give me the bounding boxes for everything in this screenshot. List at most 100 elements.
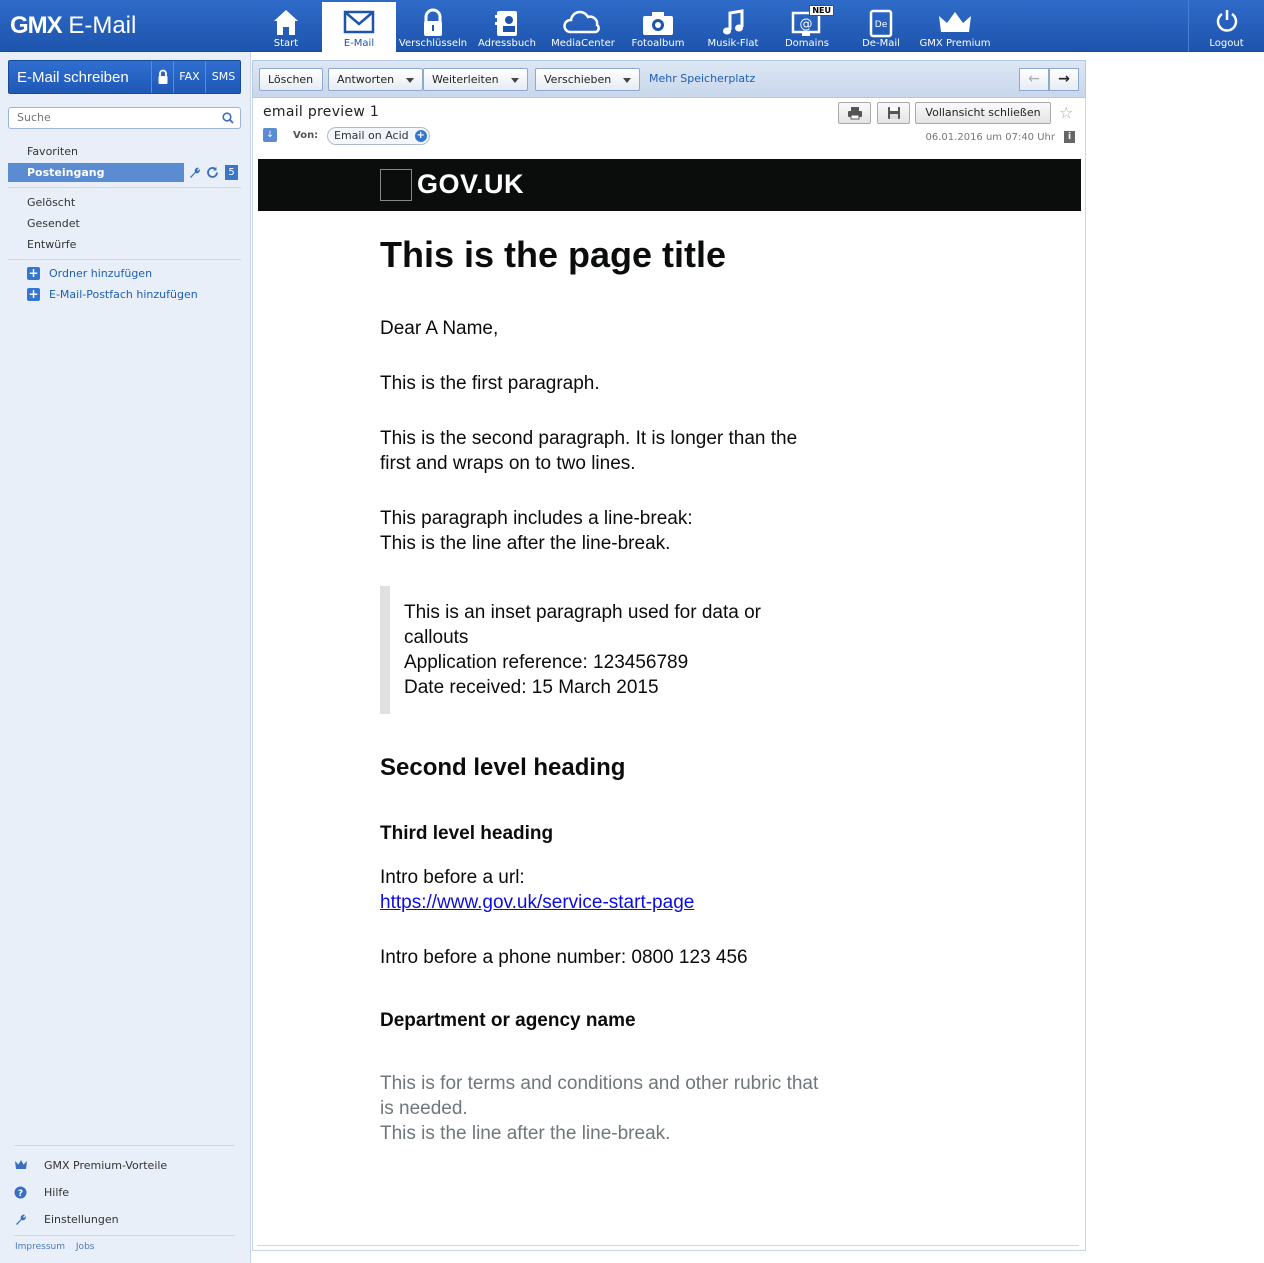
page-title: This is the page title	[380, 234, 727, 275]
greeting: Dear A Name,	[380, 318, 499, 339]
plus-icon: +	[27, 287, 40, 301]
save-button[interactable]	[877, 102, 910, 124]
next-message-button[interactable]: →	[1049, 68, 1079, 91]
inset-paragraph: This is an inset paragraph used for data…	[404, 602, 761, 698]
wrench-icon[interactable]	[188, 166, 201, 179]
message-toolbar: Löschen Antworten Weiterleiten Verschieb…	[252, 60, 1086, 98]
svg-text:@: @	[800, 17, 813, 32]
cloud-icon	[563, 10, 600, 34]
search-icon[interactable]	[222, 112, 234, 124]
chevron-down-icon[interactable]	[406, 78, 414, 83]
expand-header-icon[interactable]: ↓	[263, 128, 277, 142]
divider	[257, 1245, 1079, 1246]
de-mail-icon: De	[869, 9, 893, 38]
music-note-icon	[723, 9, 744, 35]
folder-favoriten[interactable]: Favoriten	[8, 142, 241, 161]
new-badge: NEU	[809, 5, 834, 16]
move-button[interactable]: Verschieben	[535, 68, 640, 91]
paragraph-2: This is the second paragraph. It is long…	[380, 428, 798, 474]
arrow-right-icon: →	[1058, 71, 1070, 87]
inset-border	[380, 586, 390, 714]
forward-button[interactable]: Weiterleiten	[423, 68, 528, 91]
help-link[interactable]: ? Hilfe	[14, 1185, 69, 1201]
arrow-left-icon: ←	[1028, 71, 1040, 87]
crown-icon	[15, 1160, 27, 1169]
gov-logo-text[interactable]: GOV.UK	[417, 169, 524, 200]
third-level-heading: Third level heading	[380, 823, 554, 844]
more-storage-link[interactable]: Mehr Speicherplatz	[649, 72, 755, 85]
power-icon	[1216, 10, 1238, 32]
nav-addressbook[interactable]: Adressbuch	[474, 2, 540, 52]
star-icon[interactable]: ☆	[1059, 103, 1073, 122]
unread-count-badge: 5	[225, 165, 238, 180]
add-contact-icon[interactable]: +	[414, 130, 427, 142]
refresh-icon[interactable]	[206, 166, 219, 179]
chevron-down-icon[interactable]	[511, 78, 519, 83]
reply-button[interactable]: Antworten	[328, 68, 423, 91]
jobs-link[interactable]: Jobs	[76, 1242, 95, 1252]
gov-header-bar: GOV.UK	[258, 159, 1081, 211]
broken-image-icon	[380, 169, 412, 201]
search-box	[8, 107, 241, 129]
impressum-link[interactable]: Impressum	[15, 1242, 65, 1252]
crown-icon	[939, 12, 971, 32]
logout-button[interactable]: Logout	[1188, 0, 1264, 52]
nav-encrypt[interactable]: Verschlüsseln	[396, 2, 470, 52]
sender-chip[interactable]: Email on Acid +	[327, 127, 430, 145]
compose-group: E-Mail schreiben FAX SMS	[8, 60, 241, 94]
department-name: Department or agency name	[380, 1010, 636, 1031]
sidebar: E-Mail schreiben FAX SMS Favoriten Poste…	[0, 52, 251, 1263]
printer-icon	[847, 107, 862, 120]
info-icon[interactable]: i	[1064, 131, 1075, 143]
print-button[interactable]	[838, 102, 871, 124]
add-folder-link[interactable]: + Ordner hinzufügen	[27, 266, 152, 282]
divider	[14, 1145, 235, 1146]
nav-musik-flat[interactable]: Musik-Flat	[700, 2, 766, 52]
folder-geloescht[interactable]: Gelöscht	[8, 193, 241, 212]
folder-entwuerfe[interactable]: Entwürfe	[8, 235, 241, 254]
compose-encrypted-button[interactable]	[151, 61, 173, 93]
close-fullview-button[interactable]: Vollansicht schließen	[915, 102, 1051, 124]
delete-button[interactable]: Löschen	[259, 68, 323, 91]
divider	[8, 259, 241, 260]
nav-mediacenter[interactable]: MediaCenter	[548, 2, 618, 52]
nav-domains[interactable]: @ NEU Domains	[778, 2, 836, 52]
from-label: Von:	[293, 130, 319, 141]
message-subject: email preview 1	[263, 104, 380, 120]
plus-icon: +	[27, 266, 40, 280]
nav-start[interactable]: Start	[262, 2, 310, 52]
address-book-icon	[495, 11, 517, 36]
settings-link[interactable]: Einstellungen	[14, 1212, 119, 1228]
nav-email[interactable]: E-Mail	[322, 2, 396, 52]
divider	[8, 187, 241, 188]
fax-button[interactable]: FAX	[173, 61, 205, 93]
nav-gmx-premium[interactable]: GMX Premium	[916, 2, 994, 52]
wrench-icon	[16, 1214, 26, 1225]
divider	[14, 1235, 235, 1236]
previous-message-button[interactable]: ←	[1019, 68, 1049, 91]
nav-fotoalbum[interactable]: Fotoalbum	[628, 2, 688, 52]
nav-de-mail[interactable]: De De-Mail	[852, 2, 910, 52]
phone-paragraph: Intro before a phone number: 0800 123 45…	[380, 947, 748, 968]
top-bar: GMX E-Mail Start E-Mail Verschlüsseln Ad…	[0, 0, 1264, 52]
home-icon	[274, 10, 298, 35]
folder-gesendet[interactable]: Gesendet	[8, 214, 241, 233]
floppy-disk-icon	[887, 107, 900, 119]
compose-email-button[interactable]: E-Mail schreiben	[17, 69, 129, 86]
sms-button[interactable]: SMS	[205, 61, 241, 93]
chevron-down-icon[interactable]	[623, 78, 631, 83]
gmx-logo[interactable]: GMX E-Mail	[10, 12, 136, 40]
folder-posteingang[interactable]: Posteingang	[8, 163, 184, 182]
svg-text:?: ?	[18, 1189, 23, 1199]
add-mailbox-link[interactable]: + E-Mail-Postfach hinzufügen	[27, 287, 198, 303]
terms-paragraph: This is for terms and conditions and oth…	[380, 1073, 819, 1144]
search-input[interactable]	[17, 111, 217, 124]
url-paragraph: Intro before a url: https://www.gov.uk/s…	[380, 865, 820, 915]
svg-text:De: De	[875, 20, 888, 30]
footer-links: Impressum Jobs	[15, 1242, 94, 1252]
camera-icon	[643, 12, 673, 35]
premium-benefits-link[interactable]: GMX Premium-Vorteile	[14, 1158, 167, 1174]
message-date: 06.01.2016 um 07:40 Uhr	[925, 132, 1055, 143]
service-start-link[interactable]: https://www.gov.uk/service-start-page	[380, 890, 820, 915]
help-icon: ?	[14, 1186, 27, 1199]
